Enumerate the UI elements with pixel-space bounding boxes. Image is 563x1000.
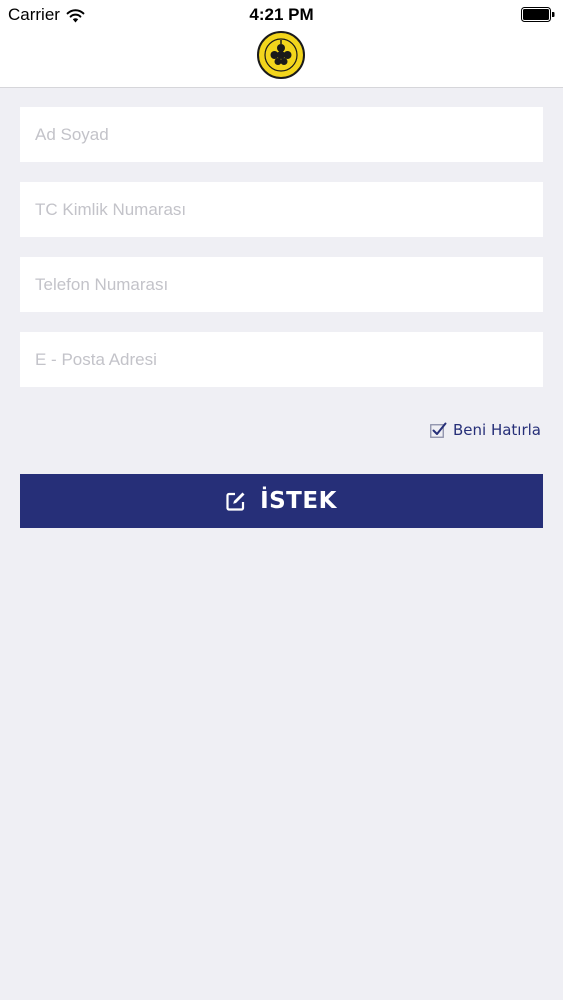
status-bar: Carrier 4:21 PM	[0, 0, 563, 30]
request-submit-button[interactable]: İSTEK	[20, 474, 543, 528]
full-name-input[interactable]	[20, 107, 543, 162]
tc-id-number-input[interactable]	[20, 182, 543, 237]
top-bar: Carrier 4:21 PM	[0, 0, 563, 88]
battery-icon	[521, 7, 555, 22]
request-form	[20, 107, 543, 407]
checkbox-checked-icon	[430, 422, 447, 438]
municipality-logo-icon	[257, 31, 305, 79]
remember-me-label: Beni Hatırla	[452, 421, 541, 439]
remember-me-checkbox[interactable]: Beni Hatırla	[430, 421, 541, 439]
phone-number-input[interactable]	[20, 257, 543, 312]
email-address-input[interactable]	[20, 332, 543, 387]
edit-icon	[226, 492, 245, 511]
status-time: 4:21 PM	[249, 5, 314, 24]
request-submit-label: İSTEK	[260, 488, 337, 514]
